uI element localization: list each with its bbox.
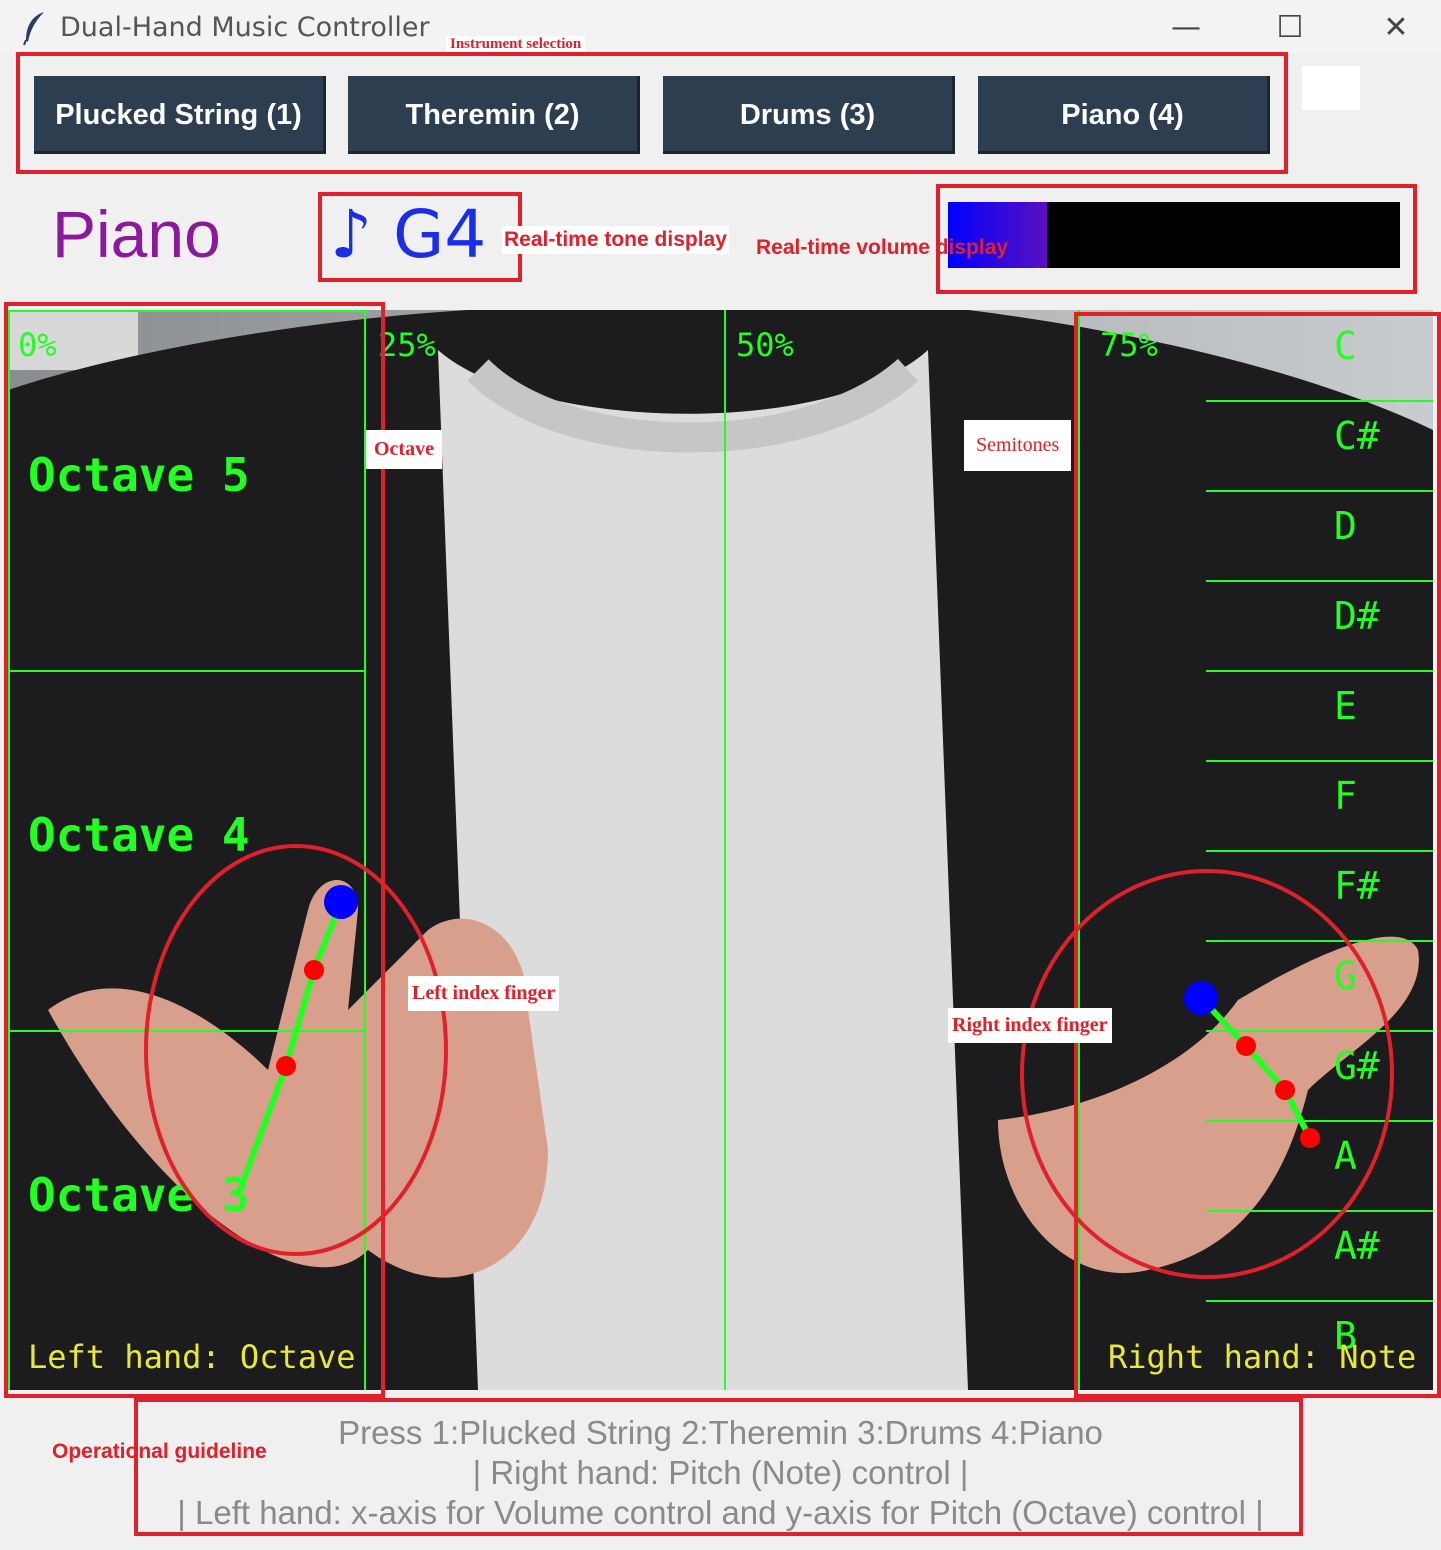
annotation-semitones: Semitones [964,420,1072,471]
guide-line-3: | Left hand: x-axis for Volume control a… [177,1494,1264,1531]
annotation-ellipses [144,844,1394,1279]
right-finger-ellipse [1020,869,1394,1279]
guide-line-2: | Right hand: Pitch (Note) control | [472,1454,969,1491]
annotation-octave: Octave [366,430,442,469]
left-finger-ellipse [144,844,448,1256]
guide-line-1: Press 1:Plucked String 2:Theremin 3:Drum… [338,1414,1103,1451]
annotation-right-index: Right index finger [948,1008,1112,1043]
annotation-left-index: Left index finger [408,976,560,1011]
